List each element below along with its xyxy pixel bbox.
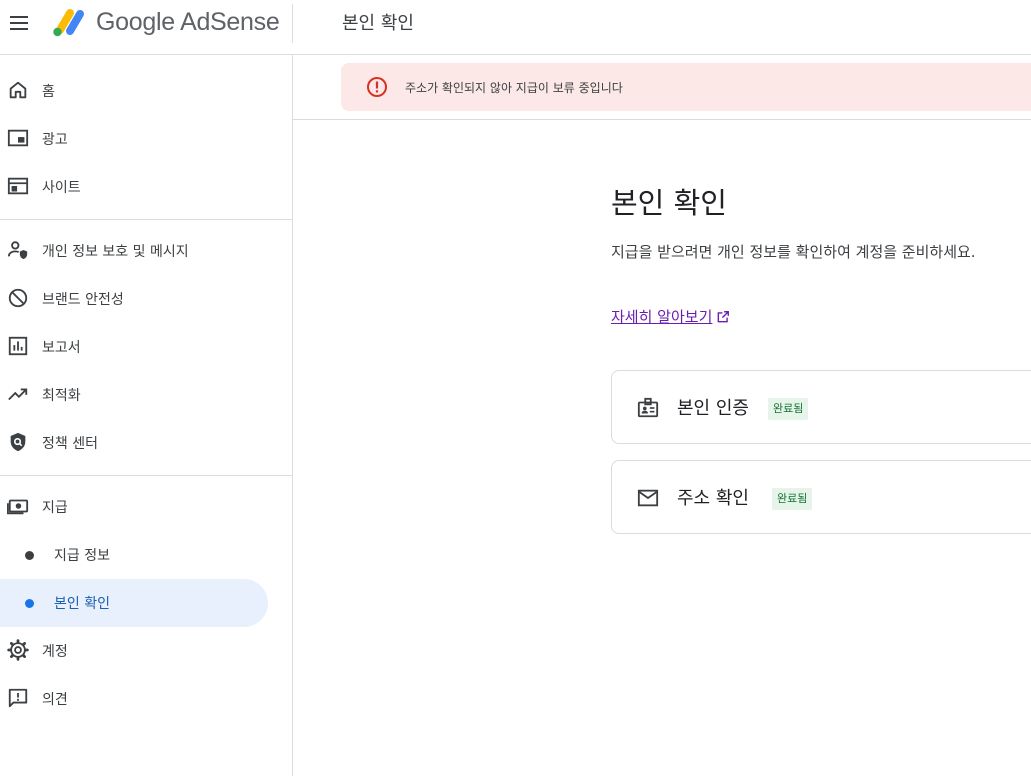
error-icon [367,77,387,97]
payments-icon [7,499,29,515]
privacy-messaging-icon [7,241,28,259]
sidebar-item-feedback[interactable]: 의견 [0,675,268,723]
main-heading: 본인 확인 [611,186,727,220]
nav-divider [0,219,292,220]
description-text: 지급을 받으려면 개인 정보를 확인하여 계정을 준비하세요. [611,243,976,261]
address-verification-card[interactable]: 주소 확인 완료됨 [611,460,1031,534]
sidebar-item-payments[interactable]: 지급 [0,483,268,531]
sidebar-item-account[interactable]: 계정 [0,627,268,675]
adsense-logo-icon [53,9,84,37]
feedback-icon [8,688,28,708]
payment-hold-alert: 주소가 확인되지 않아 지급이 보류 중입니다 [341,63,1031,111]
card-title: 본인 인증 [677,398,749,419]
bullet-icon [25,599,34,608]
page-title: 본인 확인 [342,13,414,34]
hamburger-menu-icon[interactable] [8,11,32,35]
top-bar: Google AdSense 본인 확인 [0,0,1031,55]
id-badge-icon [637,397,659,418]
sidebar-item-reports[interactable]: 보고서 [0,323,268,371]
open-in-new-icon [718,311,730,323]
sidebar: 홈 광고 사이트 개인 정보 보호 및 메시지 브랜드 안전성 보고서 최적화 … [0,55,293,776]
policy-center-icon [10,432,26,452]
sidebar-item-label: 홈 [42,84,55,100]
sidebar-item-label: 본인 확인 [54,596,110,612]
sidebar-item-home[interactable]: 홈 [0,67,268,115]
sidebar-item-verification[interactable]: 본인 확인 [0,579,268,627]
alert-area: 주소가 확인되지 않아 지급이 보류 중입니다 [293,55,1031,120]
account-gear-icon [7,639,29,661]
sidebar-item-optimization[interactable]: 최적화 [0,371,268,419]
card-title: 주소 확인 [677,488,749,509]
header-divider [292,4,293,43]
status-badge: 완료됨 [768,398,809,420]
sidebar-item-privacy-messaging[interactable]: 개인 정보 보호 및 메시지 [0,227,268,275]
sidebar-item-label: 의견 [42,692,68,708]
sidebar-item-brand-safety[interactable]: 브랜드 안전성 [0,275,268,323]
nav-divider [0,475,292,476]
mail-icon [637,489,659,507]
sidebar-item-label: 개인 정보 보호 및 메시지 [42,244,189,260]
learn-more-label: 자세히 알아보기 [611,308,713,326]
identity-verification-card[interactable]: 본인 인증 완료됨 [611,370,1031,444]
sidebar-item-label: 보고서 [42,340,81,356]
sidebar-item-label: 정책 센터 [42,436,98,452]
app-logo-text: Google AdSense [96,8,280,36]
reports-icon [8,336,28,356]
sidebar-item-label: 계정 [42,644,68,660]
sidebar-item-policy-center[interactable]: 정책 센터 [0,419,268,467]
sidebar-item-payment-info[interactable]: 지급 정보 [0,531,268,579]
bullet-icon [25,551,34,560]
sidebar-item-sites[interactable]: 사이트 [0,163,268,211]
sidebar-item-label: 최적화 [42,388,81,404]
sidebar-item-label: 브랜드 안전성 [42,292,124,308]
status-badge: 완료됨 [772,488,813,510]
sidebar-item-label: 지급 정보 [54,548,110,564]
learn-more-link[interactable]: 자세히 알아보기 [611,306,730,327]
sidebar-item-label: 사이트 [42,180,81,196]
sidebar-item-label: 지급 [42,500,68,516]
sidebar-item-ads[interactable]: 광고 [0,115,268,163]
alert-message: 주소가 확인되지 않아 지급이 보류 중입니다 [405,81,623,95]
sites-icon [7,177,29,195]
home-icon [9,81,27,99]
ads-icon [7,129,29,147]
brand-safety-icon [8,288,28,308]
sidebar-item-label: 광고 [42,132,68,148]
optimization-icon [8,388,28,401]
